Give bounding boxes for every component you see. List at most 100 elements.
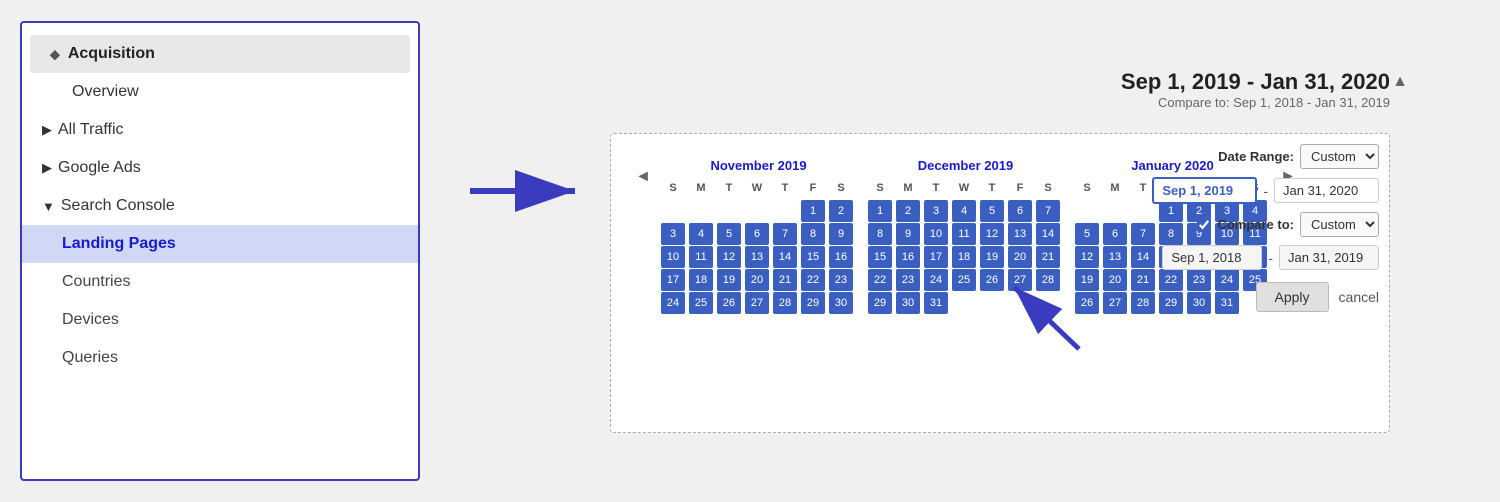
cal-day[interactable]: 7 xyxy=(773,223,797,245)
cal-day[interactable]: 1 xyxy=(801,200,825,222)
cal-day[interactable]: 3 xyxy=(661,223,685,245)
cal-day[interactable] xyxy=(717,200,741,222)
cal-day[interactable]: 10 xyxy=(661,246,685,268)
cal-header: S xyxy=(868,177,892,199)
cal-day[interactable]: 17 xyxy=(924,246,948,268)
cal-day[interactable]: 27 xyxy=(745,292,769,314)
cal-day[interactable]: 30 xyxy=(829,292,853,314)
cal-day[interactable]: 25 xyxy=(952,269,976,291)
cal-day[interactable]: 19 xyxy=(980,246,1004,268)
end-date-input[interactable] xyxy=(1274,178,1379,203)
cal-day[interactable]: 21 xyxy=(1036,246,1060,268)
cal-day[interactable]: 24 xyxy=(924,269,948,291)
cal-day[interactable]: 13 xyxy=(745,246,769,268)
cal-day[interactable] xyxy=(1075,200,1099,222)
cal-day[interactable]: 22 xyxy=(868,269,892,291)
compare-end-input[interactable] xyxy=(1279,245,1379,270)
sidebar-countries-label: Countries xyxy=(62,273,130,291)
cal-day[interactable]: 3 xyxy=(924,200,948,222)
cal-day[interactable]: 6 xyxy=(1008,200,1032,222)
cal-day[interactable]: 31 xyxy=(924,292,948,314)
page-wrapper: ⬥ Acquisition Overview ▶ All Traffic ▶ G… xyxy=(20,16,1480,486)
cal-day[interactable]: 19 xyxy=(717,269,741,291)
cal-day[interactable]: 9 xyxy=(829,223,853,245)
cal-day[interactable]: 15 xyxy=(868,246,892,268)
cal-day[interactable]: 17 xyxy=(661,269,685,291)
cal-day[interactable]: 26 xyxy=(717,292,741,314)
cal-day[interactable] xyxy=(745,200,769,222)
cal-day[interactable]: 7 xyxy=(1036,200,1060,222)
cal-day[interactable]: 22 xyxy=(801,269,825,291)
cal-day[interactable]: 24 xyxy=(661,292,685,314)
cal-day[interactable]: 15 xyxy=(801,246,825,268)
cal-header: T xyxy=(924,177,948,199)
cal-day[interactable]: 29 xyxy=(801,292,825,314)
sidebar-item-countries[interactable]: Countries xyxy=(22,263,418,301)
arrow2-decoration xyxy=(999,269,1099,364)
cal-day[interactable]: 18 xyxy=(952,246,976,268)
cal-day[interactable]: 9 xyxy=(896,223,920,245)
sidebar-item-all-traffic[interactable]: ▶ All Traffic xyxy=(22,111,418,149)
start-date-input[interactable] xyxy=(1152,177,1257,204)
cal-day[interactable]: 5 xyxy=(717,223,741,245)
cal-day[interactable]: 12 xyxy=(717,246,741,268)
cal-day[interactable]: 28 xyxy=(773,292,797,314)
cal-day[interactable]: 18 xyxy=(689,269,713,291)
cal-day[interactable]: 30 xyxy=(896,292,920,314)
date-inputs-row: - xyxy=(1152,177,1379,204)
cal-day[interactable] xyxy=(689,200,713,222)
cal-day[interactable]: 13 xyxy=(1008,223,1032,245)
compare-start-input[interactable] xyxy=(1162,245,1262,270)
calendar-november: November 2019 S M T W T F S xyxy=(661,158,856,314)
cal-day[interactable]: 10 xyxy=(924,223,948,245)
cal-day[interactable]: 20 xyxy=(1008,246,1032,268)
cal-day[interactable] xyxy=(773,200,797,222)
cal-day[interactable]: 12 xyxy=(1075,246,1099,268)
cal-day[interactable]: 11 xyxy=(952,223,976,245)
cal-day[interactable]: 16 xyxy=(896,246,920,268)
sidebar-overview-label: Overview xyxy=(72,83,139,101)
sidebar-item-landing-pages[interactable]: Landing Pages xyxy=(22,225,418,263)
compare-label-text: Compare to: xyxy=(1158,95,1230,110)
cancel-button[interactable]: cancel xyxy=(1339,289,1379,305)
cal-day[interactable]: 14 xyxy=(773,246,797,268)
collapsed-arrow-all-traffic: ▶ xyxy=(42,122,52,138)
sidebar-item-acquisition[interactable]: ⬥ Acquisition xyxy=(30,35,410,73)
sidebar-item-search-console[interactable]: ▼ Search Console xyxy=(22,187,418,225)
cal-day[interactable]: 2 xyxy=(829,200,853,222)
compare-to-select[interactable]: Custom xyxy=(1300,212,1379,237)
cal-day[interactable]: 21 xyxy=(773,269,797,291)
cal-day[interactable]: 4 xyxy=(952,200,976,222)
apply-button[interactable]: Apply xyxy=(1256,282,1329,312)
cal-day[interactable]: 8 xyxy=(801,223,825,245)
cal-day[interactable]: 5 xyxy=(1075,223,1099,245)
sidebar-item-devices[interactable]: Devices xyxy=(22,301,418,339)
cal-day[interactable]: 1 xyxy=(868,200,892,222)
cal-day[interactable]: 23 xyxy=(896,269,920,291)
cal-day[interactable]: 2 xyxy=(896,200,920,222)
cal-day[interactable]: 25 xyxy=(689,292,713,314)
sidebar-item-overview[interactable]: Overview xyxy=(22,73,418,111)
sidebar-item-queries[interactable]: Queries xyxy=(22,339,418,377)
cal-day[interactable]: 23 xyxy=(829,269,853,291)
cal-header: F xyxy=(1008,177,1032,199)
cal-day[interactable] xyxy=(661,200,685,222)
cal-day[interactable]: 12 xyxy=(980,223,1004,245)
cal-day[interactable]: 20 xyxy=(745,269,769,291)
cal-header: T xyxy=(980,177,1004,199)
cal-day[interactable]: 14 xyxy=(1036,223,1060,245)
cal-day[interactable] xyxy=(952,292,976,314)
cal-day[interactable]: 5 xyxy=(980,200,1004,222)
cal-day[interactable]: 8 xyxy=(868,223,892,245)
cal-day[interactable]: 4 xyxy=(689,223,713,245)
cal-day[interactable]: 29 xyxy=(868,292,892,314)
sidebar-landing-pages-label: Landing Pages xyxy=(62,235,176,253)
compare-checkbox[interactable] xyxy=(1197,218,1211,232)
cal-header: T xyxy=(717,177,741,199)
cal-day[interactable]: 11 xyxy=(689,246,713,268)
cal-day[interactable]: 6 xyxy=(745,223,769,245)
prev-month-button[interactable]: ◄ xyxy=(631,158,655,186)
date-range-select[interactable]: Custom xyxy=(1300,144,1379,169)
cal-day[interactable]: 16 xyxy=(829,246,853,268)
sidebar-item-google-ads[interactable]: ▶ Google Ads xyxy=(22,149,418,187)
